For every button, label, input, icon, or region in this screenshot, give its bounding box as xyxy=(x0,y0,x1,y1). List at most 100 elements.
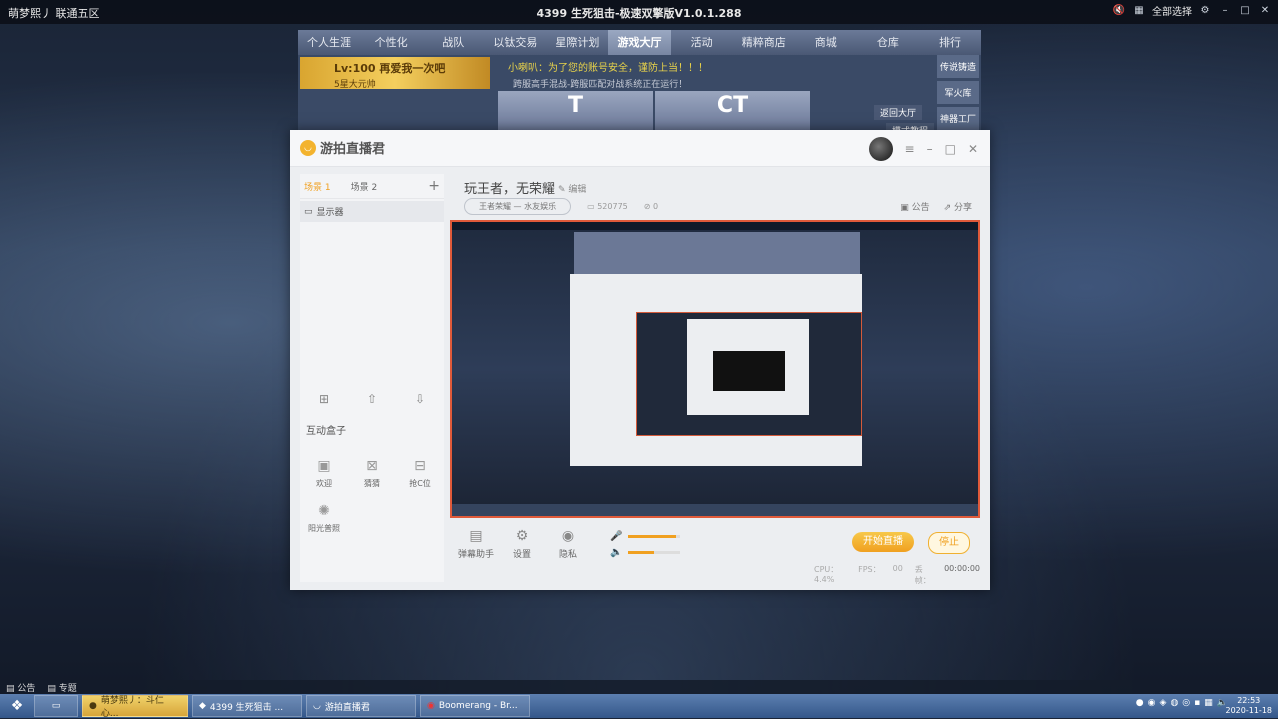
grab-c-icon: ⊟ xyxy=(414,458,426,474)
nav-personalize[interactable]: 个性化 xyxy=(360,30,422,55)
move-up-icon[interactable]: ⇧ xyxy=(367,392,377,406)
room-id: ▭ 520775 xyxy=(587,202,628,211)
nav-activity[interactable]: 活动 xyxy=(671,30,733,55)
control-label: 弹幕助手 xyxy=(457,550,494,560)
team-t-box[interactable]: T xyxy=(498,91,653,131)
preview-taskbar xyxy=(452,504,978,516)
mute-icon[interactable]: 🔇 xyxy=(1112,4,1126,18)
start-button[interactable]: ❖ xyxy=(0,694,34,718)
speaker-volume-slider[interactable] xyxy=(628,550,681,554)
announce-button[interactable]: ▣ 公告 xyxy=(900,200,929,213)
close-icon[interactable]: ✕ xyxy=(968,142,978,156)
mic-volume-slider[interactable] xyxy=(628,534,681,538)
box-item-label: 猜猜 xyxy=(364,479,380,488)
stop-button[interactable]: 停止 xyxy=(928,532,970,554)
room-meta: 王者荣耀 — 水友娱乐 ▭ 520775 ⊘ 0 xyxy=(464,198,658,215)
game-window-controls: 🔇 ▦ 全部选择 ⚙ – □ ✕ xyxy=(1112,3,1272,18)
source-item[interactable]: ▭ 显示器 xyxy=(300,201,444,222)
microphone-icon: 🎤 xyxy=(610,530,623,542)
source-actions: ⊞ ⇧ ⇩ xyxy=(300,392,444,406)
box-item-guess[interactable]: ⊠ 猜猜 xyxy=(348,458,396,489)
privacy-button[interactable]: ◉ 隐私 xyxy=(548,528,588,560)
viewer-count: ⊘ 0 xyxy=(643,202,659,211)
nav-mall[interactable]: 商城 xyxy=(795,30,857,55)
room-title: 玩王者，无荣耀 xyxy=(464,182,556,197)
nav-shop[interactable]: 精粹商店 xyxy=(733,30,795,55)
viewer-count-value: 0 xyxy=(653,202,659,211)
topic-link[interactable]: ▤ 专题 xyxy=(47,681,76,694)
start-live-button[interactable]: 开始直播 xyxy=(852,532,914,552)
tray-icon[interactable]: ◈ xyxy=(1160,698,1167,708)
box-item-welcome[interactable]: ▣ 欢迎 xyxy=(300,458,348,489)
music-app-icon: ◉ xyxy=(427,701,435,711)
box-item-label: 阳光普照 xyxy=(308,524,340,533)
tray-icon[interactable]: ● xyxy=(1136,698,1144,708)
edit-link[interactable]: ✎ 编辑 xyxy=(558,182,586,195)
add-scene-icon[interactable]: + xyxy=(428,178,440,194)
preview-recursive-frame xyxy=(636,312,862,436)
nav-trade[interactable]: 以钛交易 xyxy=(484,30,546,55)
side-tab-armory[interactable]: 军火库 xyxy=(937,81,979,104)
side-tab-factory[interactable]: 神器工厂 xyxy=(937,107,979,130)
maximize-icon[interactable]: □ xyxy=(1238,4,1252,18)
minimize-icon[interactable]: – xyxy=(1218,4,1232,18)
taskbar-item-label: 游拍直播君 xyxy=(324,702,370,713)
box-item-label: 抢C位 xyxy=(409,479,431,488)
tray-icon[interactable]: ▪ xyxy=(1194,698,1200,708)
move-down-icon[interactable]: ⇩ xyxy=(415,392,425,406)
nav-star-plan[interactable]: 星際计划 xyxy=(546,30,608,55)
add-folder-icon[interactable]: ⊞ xyxy=(319,392,329,406)
monitor-icon: ▭ xyxy=(304,206,313,217)
game-window-title: 4399 生死狙击-极速双擎版V1.0.1.288 xyxy=(536,7,742,20)
nav-game-hall[interactable]: 游戏大厅 xyxy=(608,30,671,55)
windows-taskbar: ❖ ▭ ● 萌梦熙丿：斗仁心... ◆ 4399 生死狙击 ... ◡ 游拍直播君 ◉… xyxy=(0,694,1278,719)
avatar[interactable] xyxy=(868,137,893,161)
tray-icon[interactable]: ◍ xyxy=(1170,698,1178,708)
taskbar-item-chat[interactable]: ● 萌梦熙丿：斗仁心... xyxy=(82,695,188,719)
fps-label: FPS： xyxy=(858,565,881,574)
welcome-icon: ▣ xyxy=(317,458,331,474)
maximize-icon[interactable]: □ xyxy=(945,142,956,156)
tab-scene-1[interactable]: 场景 1 xyxy=(304,180,331,193)
stream-stats: CPU：4.4% FPS： 00 丢帧： 00:00:00 xyxy=(814,564,980,586)
menu-icon[interactable]: ≡ xyxy=(905,142,915,156)
share-button[interactable]: ⇗ 分享 xyxy=(944,200,972,213)
taskbar-item-game[interactable]: ◆ 4399 生死狙击 ... xyxy=(192,695,302,717)
settings-icon[interactable]: ⚙ xyxy=(1198,4,1212,18)
nav-ranking[interactable]: 排行 xyxy=(919,30,981,55)
scene-tabs: 场景 1 场景 2 + xyxy=(300,174,444,199)
room-links: ▣ 公告 ⇗ 分享 xyxy=(900,200,972,213)
grid-icon[interactable]: ▦ xyxy=(1132,4,1146,18)
danmaku-assistant-button[interactable]: ▤ 弹幕助手 xyxy=(456,528,496,560)
tray-icon[interactable]: ◎ xyxy=(1182,698,1190,708)
taskbar-clock[interactable]: 22:53 2020-11-18 xyxy=(1226,696,1273,716)
select-all-label[interactable]: 全部选择 xyxy=(1152,3,1192,18)
box-item-grab-c[interactable]: ⊟ 抢C位 xyxy=(396,458,444,489)
announcement-link[interactable]: ▤ 公告 xyxy=(6,681,35,694)
minimize-icon[interactable]: – xyxy=(927,142,933,156)
source-label: 显示器 xyxy=(316,208,344,218)
interactive-box-title: 互动盒子 xyxy=(306,426,346,437)
taskbar-item-label: 4399 生死狙击 ... xyxy=(209,702,284,713)
control-label: 设置 xyxy=(512,550,531,560)
nav-career[interactable]: 个人生涯 xyxy=(298,30,360,55)
notice-text: 小喇叭：为了您的账号安全，谨防上当！！！ xyxy=(508,63,708,74)
team-ct-box[interactable]: CT xyxy=(655,91,810,131)
taskbar-item-music[interactable]: ◉ Boomerang - Br... xyxy=(420,695,530,717)
settings-button[interactable]: ⚙ 设置 xyxy=(502,528,542,560)
nav-warehouse[interactable]: 仓库 xyxy=(857,30,919,55)
nav-team[interactable]: 战队 xyxy=(422,30,484,55)
side-tab-legend[interactable]: 传说铸造 xyxy=(937,55,979,78)
close-icon[interactable]: ✕ xyxy=(1258,4,1272,18)
taskbar-item-stream[interactable]: ◡ 游拍直播君 xyxy=(306,695,416,717)
taskbar-item-label: Boomerang - Br... xyxy=(438,701,518,711)
show-desktop-icon[interactable]: ▭ xyxy=(34,695,78,717)
tab-scene-2[interactable]: 场景 2 xyxy=(351,180,378,193)
box-item-sunshine[interactable]: ✺ 阳光普照 xyxy=(300,503,348,534)
tray-icon[interactable]: ◉ xyxy=(1148,698,1156,708)
stream-preview[interactable] xyxy=(450,220,980,518)
preview-recursive-screen xyxy=(713,351,785,391)
return-hall-button[interactable]: 返回大厅 xyxy=(874,105,923,120)
category-pill[interactable]: 王者荣耀 — 水友娱乐 xyxy=(464,198,572,215)
tray-icon[interactable]: ▦ xyxy=(1204,698,1213,708)
